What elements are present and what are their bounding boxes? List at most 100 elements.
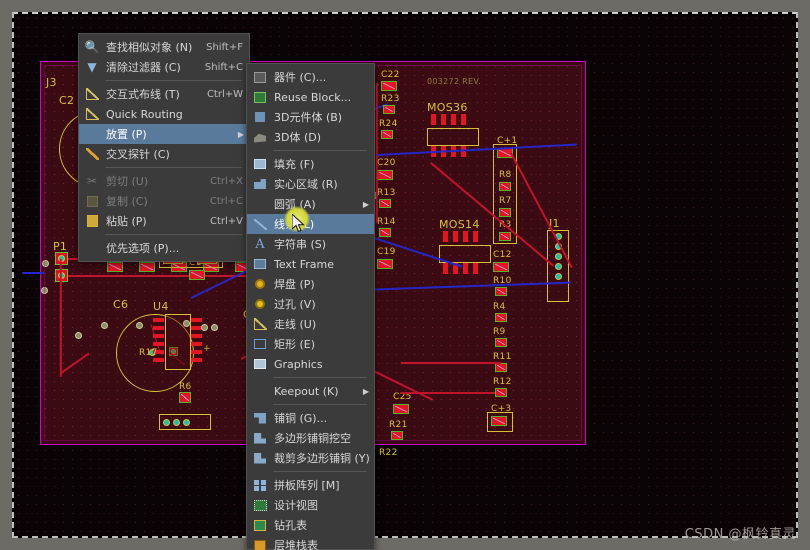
- menu-item-paste[interactable]: 粘贴 (P) Ctrl+V: [79, 211, 249, 231]
- menu-item-label: 交互式布线 (T): [106, 88, 180, 101]
- panel-array-icon: [251, 477, 269, 493]
- menu-item-drill-table[interactable]: 钻孔表: [247, 515, 374, 535]
- pcb-ref-r7: R7: [499, 196, 512, 206]
- pcb-ref-r24: R24: [379, 119, 398, 129]
- pcb-ref-r9: R9: [493, 327, 506, 337]
- menu-item-label: 圆弧 (A): [274, 198, 316, 211]
- menu-item-label: 矩形 (E): [274, 338, 316, 351]
- text-frame-icon: [251, 256, 269, 272]
- pcb-ref-c19: C19: [377, 247, 396, 257]
- pcb-connector-bottom: [159, 414, 211, 430]
- menu-item-label: 设计视图: [274, 499, 318, 512]
- pcb-ref-r10: R10: [493, 276, 512, 286]
- menu-item-rectangle[interactable]: 矩形 (E): [247, 334, 374, 354]
- menu-item-panel-array[interactable]: 拼板阵列 [M]: [247, 475, 374, 495]
- menu-item-3d-body[interactable]: 3D元件体 (B): [247, 107, 374, 127]
- menu-separator: [273, 471, 367, 472]
- chevron-right-icon: ▶: [362, 199, 369, 209]
- menu-item-find-similar[interactable]: 🔍 查找相似对象 (N) Shift+F: [79, 37, 249, 57]
- component-icon: [251, 69, 269, 85]
- fill-icon: [251, 156, 269, 172]
- menu-item-layer-stack-table[interactable]: 层堆栈表: [247, 535, 374, 550]
- menu-item-label: 查找相似对象 (N): [106, 41, 193, 54]
- polygon-cutout-icon: [251, 430, 269, 446]
- menu-item-keepout[interactable]: Keepout (K) ▶: [247, 381, 374, 401]
- menu-item-via[interactable]: 过孔 (V): [247, 294, 374, 314]
- pcb-ref-j1: J1: [549, 217, 560, 230]
- menu-item-label: 实心区域 (R): [274, 178, 338, 191]
- place-submenu[interactable]: 器件 (C)... Reuse Block... 3D元件体 (B) 3D体 (…: [246, 63, 375, 550]
- pcb-ref-j3: J3: [46, 76, 57, 89]
- menu-item-reuse-block[interactable]: Reuse Block...: [247, 87, 374, 107]
- menu-item-track[interactable]: 走线 (U): [247, 314, 374, 334]
- pcb-ref-u4: U4: [153, 300, 169, 313]
- menu-item-label: Keepout (K): [274, 384, 339, 398]
- menu-item-text-frame[interactable]: Text Frame: [247, 254, 374, 274]
- menu-item-pad[interactable]: 焊盘 (P): [247, 274, 374, 294]
- menu-item-label: 放置 (P): [106, 128, 147, 141]
- track-icon: [251, 316, 269, 332]
- pcb-ref-r22: R22: [379, 448, 398, 458]
- pcb-ref-r23: R23: [381, 94, 400, 104]
- menu-item-shortcut: Ctrl+X: [209, 175, 243, 187]
- menu-item-label: 拼板阵列 [M]: [274, 479, 340, 492]
- menu-item-graphics[interactable]: Graphics: [247, 354, 374, 374]
- line-icon: [251, 216, 269, 232]
- pcb-ref-r21: R21: [389, 420, 408, 430]
- menu-item-polygon-pour[interactable]: 铺铜 (G)...: [247, 408, 374, 428]
- menu-item-shortcut: Ctrl+W: [206, 88, 243, 100]
- menu-item-arc[interactable]: 圆弧 (A) ▶: [247, 194, 374, 214]
- menu-separator: [273, 150, 367, 151]
- graphics-icon: [251, 356, 269, 372]
- preferences-icon: [83, 240, 101, 256]
- menu-item-label: 钻孔表: [274, 519, 307, 532]
- pcb-ref-c6: C6: [113, 298, 129, 311]
- keepout-icon: [251, 383, 269, 399]
- pcb-pad: [55, 252, 68, 265]
- menu-item-label: 粘贴 (P): [106, 215, 147, 228]
- pcb-ref-c22: C22: [381, 70, 400, 80]
- magnifier-icon: 🔍: [84, 40, 100, 54]
- menu-item-label: 复制 (C): [106, 195, 148, 208]
- menu-item-label: 多边形铺铜挖空: [274, 432, 351, 445]
- menu-item-quick-routing[interactable]: Quick Routing: [79, 104, 249, 124]
- context-menu[interactable]: 🔍 查找相似对象 (N) Shift+F ▼ 清除过滤器 (C) Shift+C…: [78, 33, 250, 262]
- menu-item-3d-shape[interactable]: 3D体 (D): [247, 127, 374, 147]
- menu-item-fill[interactable]: 填充 (F): [247, 154, 374, 174]
- menu-item-cross-probe[interactable]: 交叉探针 (C): [79, 144, 249, 164]
- menu-item-place[interactable]: 放置 (P) ▶: [79, 124, 249, 144]
- pcb-ref-cplus3: C+3: [491, 404, 512, 414]
- pcb-ref-mos36: MOS36: [427, 101, 468, 114]
- pcb-ref-c20: C20: [377, 158, 396, 168]
- menu-item-component[interactable]: 器件 (C)...: [247, 67, 374, 87]
- menu-item-label: 器件 (C)...: [274, 71, 327, 84]
- menu-item-shortcut: Shift+C: [204, 61, 243, 73]
- pcb-ref-r3: R3: [499, 220, 512, 230]
- menu-item-label: 字符串 (S): [274, 238, 327, 251]
- layer-stack-table-icon: [251, 537, 269, 550]
- menu-item-line[interactable]: 线条 (L): [247, 214, 374, 234]
- menu-item-solid-region[interactable]: 实心区域 (R): [247, 174, 374, 194]
- 3d-shape-icon: [251, 129, 269, 145]
- menu-item-label: 线条 (L): [274, 218, 315, 231]
- menu-item-polygon-cutout[interactable]: 多边形铺铜挖空: [247, 428, 374, 448]
- pcb-ref-r6: R6: [179, 382, 192, 392]
- pcb-ref-r8: R8: [499, 170, 512, 180]
- menu-separator: [105, 234, 242, 235]
- menu-item-design-view[interactable]: 设计视图: [247, 495, 374, 515]
- menu-item-cut: ✂ 剪切 (U) Ctrl+X: [79, 171, 249, 191]
- polygon-pour-icon: [251, 410, 269, 426]
- pcb-ref-r12: R12: [493, 377, 512, 387]
- menu-item-slice-polygon[interactable]: 裁剪多边形铺铜 (Y): [247, 448, 374, 468]
- via-icon: [251, 296, 269, 312]
- 3d-body-icon: [251, 109, 269, 125]
- menu-item-clear-filter[interactable]: ▼ 清除过滤器 (C) Shift+C: [79, 57, 249, 77]
- menu-item-interactive-routing[interactable]: 交互式布线 (T) Ctrl+W: [79, 84, 249, 104]
- place-icon: [83, 126, 101, 142]
- menu-item-label: 3D元件体 (B): [274, 111, 343, 124]
- chevron-right-icon: ▶: [237, 129, 244, 139]
- menu-item-string[interactable]: A 字符串 (S): [247, 234, 374, 254]
- solid-region-icon: [251, 176, 269, 192]
- menu-item-label: 铺铜 (G)...: [274, 412, 328, 425]
- menu-item-preferences[interactable]: 优先选项 (P)...: [79, 238, 249, 258]
